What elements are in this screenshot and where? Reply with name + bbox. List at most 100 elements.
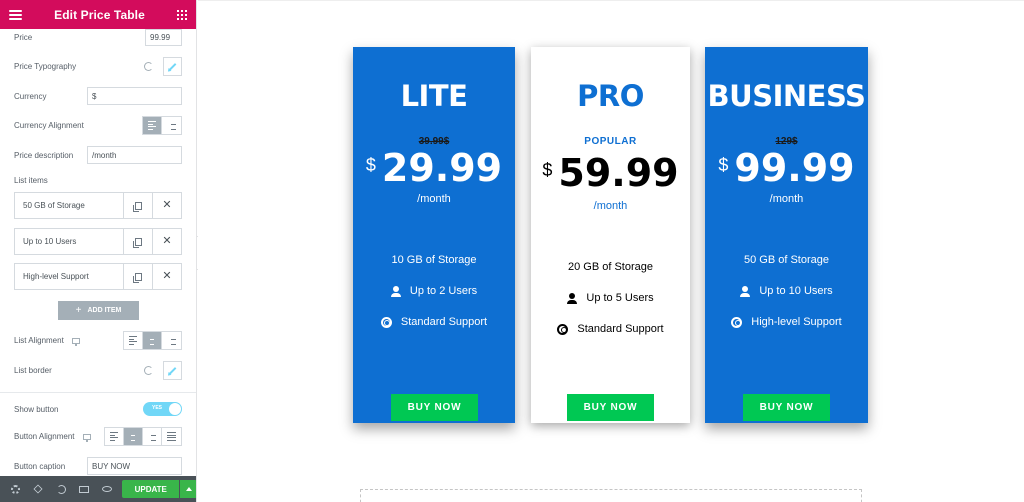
- duplicate-icon: [132, 237, 142, 248]
- layers-icon: [33, 484, 43, 494]
- align-center-button[interactable]: [124, 428, 143, 445]
- list-alignment-group: [123, 331, 182, 350]
- preview-canvas: LITE 39.99$ $ 29.99 /month 10 GB of Stor…: [198, 0, 1024, 502]
- list-alignment-label-wrap: List Alignment: [14, 336, 123, 346]
- feature-text: Standard Support: [400, 316, 488, 328]
- update-button[interactable]: UPDATE: [122, 480, 180, 498]
- align-right-button[interactable]: [162, 117, 181, 134]
- life-ring-icon: [557, 323, 569, 335]
- edit-typography-button[interactable]: [163, 57, 182, 76]
- price-description-control: Price description /month: [14, 146, 182, 164]
- show-button-toggle[interactable]: YES: [143, 402, 182, 416]
- desktop-icon[interactable]: [72, 337, 81, 346]
- buy-now-button[interactable]: BUY NOW: [743, 394, 830, 421]
- feature-text: 10 GB of Storage: [391, 254, 477, 266]
- price-amount: 59.99: [558, 151, 679, 195]
- eye-icon: [101, 486, 112, 492]
- desktop-icon[interactable]: [82, 433, 91, 442]
- list-item-title[interactable]: High-level Support: [15, 272, 123, 281]
- align-right-button[interactable]: [162, 332, 181, 349]
- chevron-up-icon: [185, 487, 192, 491]
- add-section-dropzone[interactable]: [360, 489, 862, 502]
- align-justify-button[interactable]: [162, 428, 181, 445]
- buy-now-button[interactable]: BUY NOW: [567, 394, 654, 421]
- list-border-control: List border: [14, 361, 182, 380]
- gear-icon: [10, 484, 20, 494]
- price-card-business[interactable]: BUSINESS 129$ $ 99.99 /month 50 GB of St…: [705, 47, 868, 423]
- preview-button[interactable]: [96, 476, 119, 502]
- panel-controls: Price 99.99 Price Typography Currency $ …: [0, 29, 196, 476]
- align-left-button[interactable]: [124, 332, 143, 349]
- remove-button[interactable]: ✕: [152, 229, 181, 254]
- button-caption-input[interactable]: BUY NOW: [87, 457, 182, 475]
- price-description-input[interactable]: /month: [87, 146, 182, 164]
- duplicate-icon: [132, 201, 142, 212]
- popular-badge: POPULAR: [584, 136, 637, 147]
- price-description-label: Price description: [14, 150, 74, 160]
- align-left-button[interactable]: [105, 428, 124, 445]
- currency-input[interactable]: $: [87, 87, 182, 105]
- currency-label: Currency: [14, 91, 47, 101]
- toggle-yes-label: YES: [152, 405, 163, 411]
- price-card-lite[interactable]: LITE 39.99$ $ 29.99 /month 10 GB of Stor…: [353, 47, 515, 423]
- pencil-icon: [168, 366, 177, 375]
- button-alignment-label: Button Alignment: [14, 432, 75, 441]
- update-options-button[interactable]: [180, 480, 196, 498]
- feature-text: 50 GB of Storage: [744, 254, 829, 266]
- close-icon: ✕: [162, 270, 172, 282]
- button-alignment-label-wrap: Button Alignment: [14, 432, 104, 442]
- history-button[interactable]: [50, 476, 73, 502]
- feature-item: 20 GB of Storage: [531, 261, 690, 273]
- history-icon: [56, 484, 66, 494]
- button-caption-label: Button caption: [14, 461, 66, 471]
- list-item: 50 GB of Storage ✕: [14, 192, 182, 219]
- menu-icon[interactable]: [9, 9, 22, 20]
- user-icon: [567, 292, 578, 304]
- button-caption-control: Button caption BUY NOW: [14, 457, 182, 475]
- currency-control: Currency $: [14, 87, 182, 105]
- remove-button[interactable]: ✕: [152, 193, 181, 218]
- price-period: /month: [593, 200, 628, 212]
- remove-button[interactable]: ✕: [152, 264, 181, 289]
- user-icon: [390, 285, 401, 297]
- align-center-button[interactable]: [143, 332, 162, 349]
- list-items-label: List items: [14, 175, 48, 185]
- feature-text: Standard Support: [577, 323, 664, 335]
- life-ring-icon: [380, 316, 392, 328]
- editor-panel: Edit Price Table Price 99.99 Price Typog…: [0, 0, 197, 502]
- list-item-title[interactable]: 50 GB of Storage: [15, 201, 123, 210]
- duplicate-button[interactable]: [123, 193, 152, 218]
- plan-name: BUSINESS: [707, 79, 866, 113]
- price: $ 99.99: [705, 149, 868, 187]
- price-control: Price 99.99: [14, 29, 182, 46]
- feature-item: Up to 2 Users: [353, 285, 515, 297]
- plan-name: LITE: [400, 79, 468, 113]
- price-period: /month: [417, 193, 451, 205]
- duplicate-button[interactable]: [123, 229, 152, 254]
- align-left-button[interactable]: [143, 117, 162, 134]
- button-alignment-control: Button Alignment: [14, 427, 182, 446]
- feature-item: Up to 10 Users: [705, 285, 868, 297]
- currency-alignment-label: Currency Alignment: [14, 121, 84, 130]
- price-typography-label: Price Typography: [14, 62, 77, 71]
- add-item-button[interactable]: + ADD ITEM: [58, 301, 139, 320]
- list-item-title[interactable]: Up to 10 Users: [15, 237, 123, 246]
- duplicate-button[interactable]: [123, 264, 152, 289]
- feature-item: High-level Support: [705, 316, 868, 328]
- price-card-pro[interactable]: PRO POPULAR $ 59.99 /month 20 GB of Stor…: [531, 47, 690, 423]
- align-right-button[interactable]: [143, 428, 162, 445]
- settings-button[interactable]: [4, 476, 27, 502]
- feature-item: 50 GB of Storage: [705, 254, 868, 266]
- reset-icon[interactable]: [144, 366, 153, 375]
- buy-now-button[interactable]: BUY NOW: [391, 394, 478, 421]
- close-icon: ✕: [162, 235, 172, 247]
- edit-border-button[interactable]: [163, 361, 182, 380]
- responsive-button[interactable]: [73, 476, 96, 502]
- close-icon: ✕: [162, 199, 172, 211]
- navigator-button[interactable]: [27, 476, 50, 502]
- currency-symbol: $: [365, 155, 376, 175]
- price-input[interactable]: 99.99: [145, 29, 182, 46]
- reset-icon[interactable]: [144, 62, 153, 71]
- price-label: Price: [14, 33, 33, 42]
- widgets-grid-icon[interactable]: [177, 9, 187, 20]
